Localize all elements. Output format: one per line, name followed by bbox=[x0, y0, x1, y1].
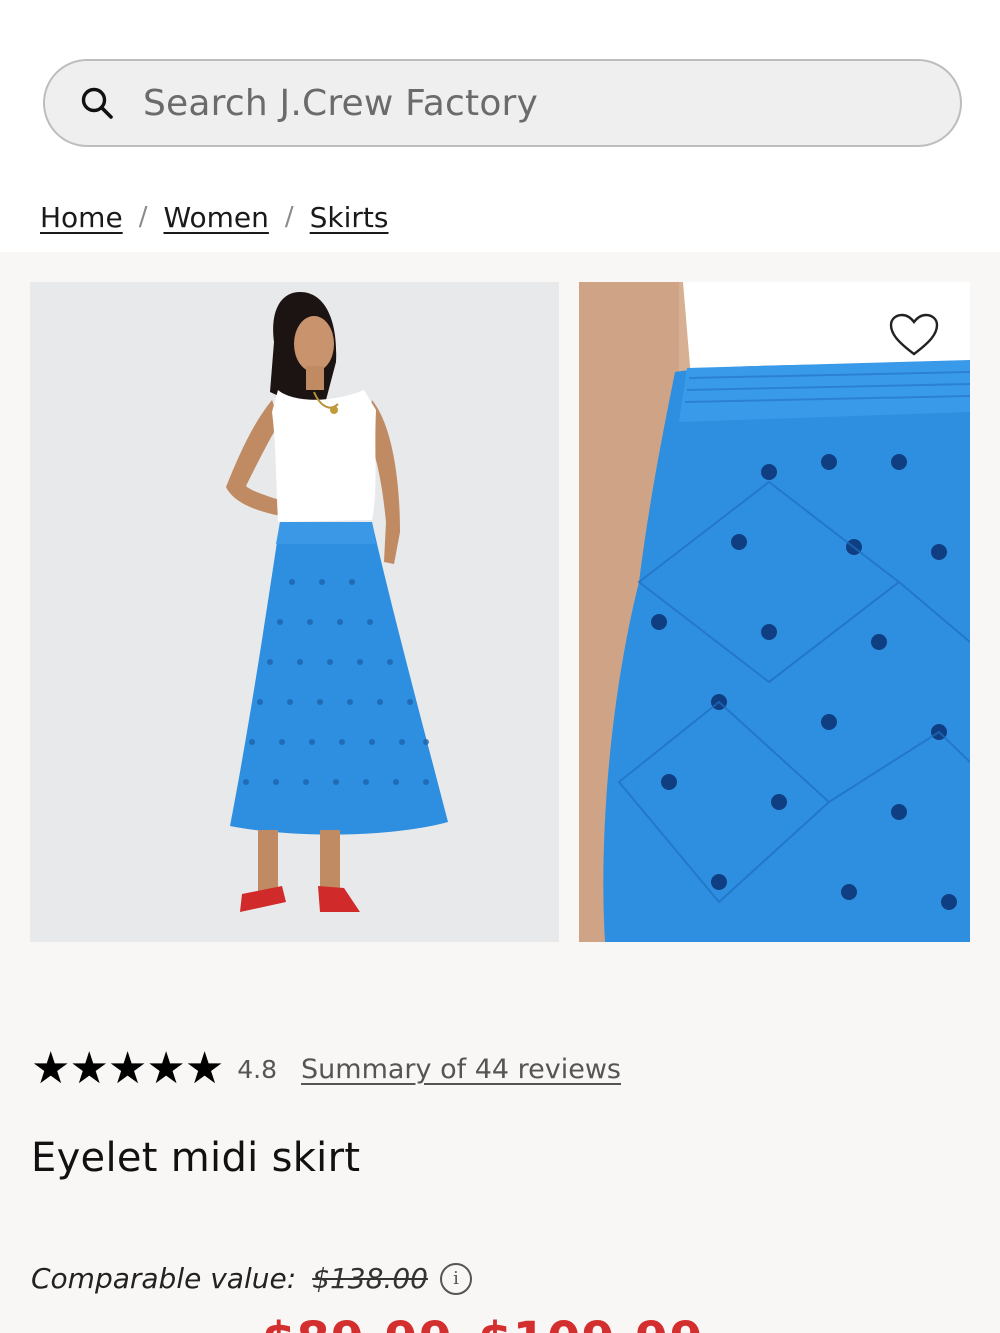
star-icon: ★ bbox=[31, 1043, 71, 1094]
breadcrumb-separator: / bbox=[138, 202, 148, 232]
star-icon: ★ bbox=[146, 1043, 186, 1094]
reviews-link[interactable]: Summary of 44 reviews bbox=[301, 1054, 621, 1085]
comparable-price: $138.00 bbox=[312, 1262, 428, 1295]
breadcrumb-separator: / bbox=[284, 202, 294, 232]
header: Home / Women / Skirts bbox=[0, 0, 1000, 252]
product-title: Eyelet midi skirt bbox=[31, 1135, 361, 1181]
breadcrumb-skirts[interactable]: Skirts bbox=[310, 201, 389, 234]
search-bar[interactable] bbox=[43, 59, 962, 147]
comparable-value: Comparable value: $138.00 i bbox=[31, 1262, 472, 1295]
heart-icon[interactable] bbox=[888, 314, 940, 360]
breadcrumb-home[interactable]: Home bbox=[40, 201, 123, 234]
star-icon: ★ bbox=[107, 1043, 148, 1094]
star-rating: ★ ★ ★ ★ ★ bbox=[31, 1043, 225, 1094]
info-icon[interactable]: i bbox=[439, 1262, 472, 1295]
rating-row: ★ ★ ★ ★ ★ 4.8 Summary of 44 reviews bbox=[31, 1045, 621, 1093]
search-input[interactable] bbox=[143, 82, 863, 124]
breadcrumb: Home / Women / Skirts bbox=[40, 197, 389, 237]
star-icon: ★ bbox=[69, 1043, 109, 1094]
product-section: ★ ★ ★ ★ ★ 4.8 Summary of 44 reviews Eyel… bbox=[0, 252, 1000, 1333]
comparable-label: Comparable value: bbox=[31, 1262, 297, 1295]
search-icon bbox=[81, 87, 113, 119]
rating-value: 4.8 bbox=[237, 1054, 278, 1084]
sale-price: $89.99–$109.99 bbox=[262, 1312, 704, 1333]
product-image-main[interactable] bbox=[30, 282, 559, 942]
breadcrumb-women[interactable]: Women bbox=[163, 201, 268, 234]
star-icon: ★ bbox=[184, 1043, 225, 1094]
product-image-detail[interactable] bbox=[579, 282, 970, 942]
